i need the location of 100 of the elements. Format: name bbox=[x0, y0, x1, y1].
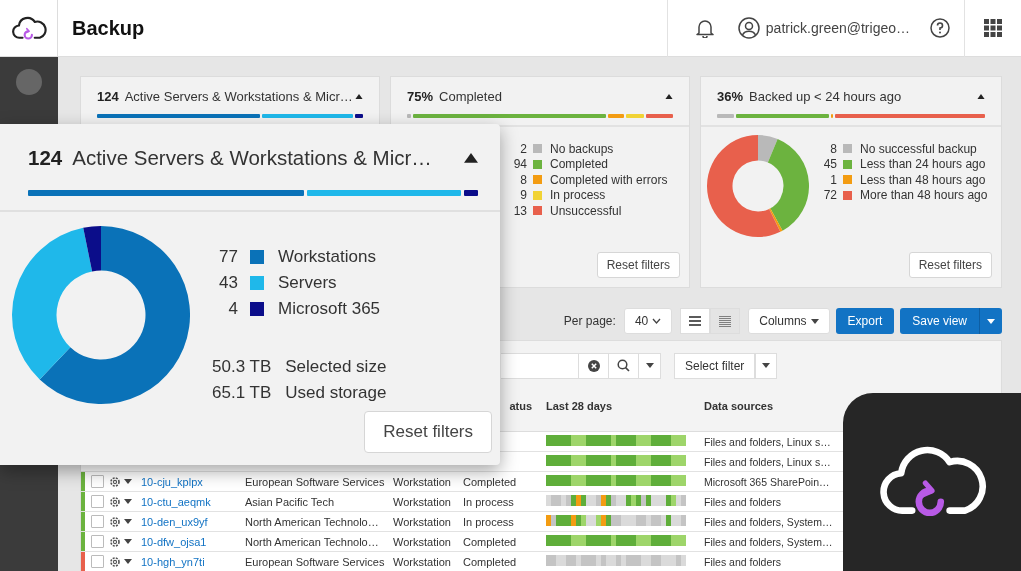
storage-label: Used storage bbox=[285, 382, 387, 404]
legend-count: 2 bbox=[519, 141, 527, 156]
device-link[interactable]: 10-cju_kplpx bbox=[141, 475, 203, 488]
search-icon[interactable] bbox=[617, 359, 630, 372]
clear-search-button[interactable] bbox=[579, 352, 609, 379]
save-view-button[interactable]: Save view bbox=[900, 308, 979, 334]
gear-icon[interactable] bbox=[109, 495, 121, 508]
card-title: Completed bbox=[439, 89, 503, 104]
summary-count: 124 bbox=[28, 146, 63, 170]
columns-button[interactable]: Columns bbox=[748, 308, 830, 334]
list-icon[interactable] bbox=[719, 315, 732, 327]
storage-amount: 65.1 TB bbox=[212, 382, 272, 404]
search-button[interactable] bbox=[609, 352, 639, 379]
column-header[interactable]: Data sources bbox=[704, 400, 774, 412]
legend-label[interactable]: Unsuccessful bbox=[550, 203, 622, 218]
table-cell-text: European Software Services bbox=[244, 555, 385, 568]
gear-icon[interactable] bbox=[109, 535, 121, 548]
legend-count: 4 bbox=[227, 299, 238, 319]
legend-label[interactable]: Workstations bbox=[278, 247, 376, 267]
caret-icon[interactable] bbox=[124, 479, 132, 484]
donut-slice[interactable] bbox=[83, 226, 101, 272]
per-page-select[interactable]: 40 bbox=[623, 308, 673, 334]
row-checkbox[interactable] bbox=[91, 535, 104, 548]
device-link[interactable]: 10-dfw_ojsa1 bbox=[141, 535, 207, 548]
table-cell-text: In process bbox=[462, 495, 514, 508]
table-cell: Files and folders, System… bbox=[704, 535, 833, 548]
row-checkbox[interactable] bbox=[91, 515, 104, 528]
legend-label[interactable]: Servers bbox=[278, 273, 337, 293]
legend-label[interactable]: No backups bbox=[550, 141, 614, 156]
list-icon[interactable] bbox=[689, 315, 702, 327]
legend-count: 1 bbox=[829, 172, 837, 187]
legend-label[interactable]: In process bbox=[550, 188, 606, 203]
status-bar-segment[interactable] bbox=[463, 190, 478, 196]
table-cell-text: Workstation bbox=[392, 555, 451, 568]
column-header[interactable]: atus bbox=[509, 400, 532, 412]
help-icon[interactable] bbox=[930, 18, 950, 38]
gear-icon[interactable] bbox=[109, 555, 121, 568]
card-title: Active Servers & Workstations & Micr… bbox=[72, 146, 433, 170]
legend-count: 77 bbox=[218, 247, 238, 267]
row-checkbox[interactable] bbox=[91, 555, 104, 568]
legend-label[interactable]: Less than 24 hours ago bbox=[860, 157, 986, 172]
compact-view-button[interactable] bbox=[710, 308, 741, 334]
caret-icon[interactable] bbox=[810, 318, 819, 324]
device-link[interactable]: 10-hgh_yn7ti bbox=[141, 555, 205, 568]
table-cell-text: Completed bbox=[462, 535, 517, 548]
caret-icon[interactable] bbox=[987, 318, 995, 324]
summary-count: 124 bbox=[97, 89, 119, 104]
collapse-icon[interactable] bbox=[355, 93, 363, 100]
legend-label[interactable]: Completed bbox=[550, 157, 609, 172]
caret-icon[interactable] bbox=[762, 363, 771, 368]
caret-icon[interactable] bbox=[645, 363, 654, 368]
filter-options-button[interactable] bbox=[755, 352, 778, 379]
table-cell: Files and folders bbox=[704, 495, 782, 508]
list-view-button[interactable] bbox=[680, 308, 711, 334]
apps-grid-icon[interactable] bbox=[984, 19, 1002, 37]
table-cell-text: Completed bbox=[462, 475, 517, 488]
page-title: Backup bbox=[72, 16, 146, 40]
collapse-icon[interactable] bbox=[464, 153, 478, 163]
donut-slice[interactable] bbox=[39, 226, 190, 404]
summary-count: 36% bbox=[717, 89, 744, 104]
legend-label[interactable]: No successful backup bbox=[860, 141, 977, 156]
reset-filters-button[interactable]: Reset filters bbox=[364, 411, 492, 453]
caret-icon[interactable] bbox=[124, 539, 132, 544]
caret-icon[interactable] bbox=[124, 519, 132, 524]
table-cell-text: Asian Pacific Tech bbox=[244, 495, 335, 508]
search-options-button[interactable] bbox=[639, 352, 661, 379]
per-page-label: Per page: bbox=[563, 314, 616, 328]
reset-filters-button[interactable]: Reset filters bbox=[596, 252, 680, 278]
row-checkbox[interactable] bbox=[91, 495, 104, 508]
user-email[interactable]: patrick.green@trigeo… bbox=[765, 20, 910, 36]
collapse-icon[interactable] bbox=[977, 93, 985, 100]
table-cell-text: European Software Services bbox=[244, 475, 385, 488]
collapse-icon[interactable] bbox=[665, 93, 673, 100]
clear-icon[interactable] bbox=[587, 359, 600, 372]
legend-label[interactable]: Less than 48 hours ago bbox=[860, 172, 986, 187]
legend-label[interactable]: Completed with errors bbox=[550, 172, 668, 187]
caret-icon[interactable] bbox=[124, 559, 132, 564]
export-button[interactable]: Export bbox=[835, 308, 895, 334]
save-options-button[interactable] bbox=[979, 308, 1002, 334]
device-link[interactable]: 10-ctu_aeqmk bbox=[141, 495, 211, 508]
notification-bell-icon[interactable] bbox=[695, 18, 714, 38]
select-filter-button[interactable]: Select filter bbox=[674, 352, 756, 379]
status-bar-segment[interactable] bbox=[354, 114, 363, 118]
user-icon[interactable] bbox=[737, 17, 760, 39]
table-cell-text: Workstation bbox=[392, 515, 451, 528]
chevron-down-icon[interactable] bbox=[652, 318, 662, 324]
legend-label[interactable]: More than 48 hours ago bbox=[860, 188, 988, 203]
column-header[interactable]: Last 28 days bbox=[546, 400, 613, 412]
search-field[interactable] bbox=[501, 352, 579, 379]
legend-count: 8 bbox=[519, 172, 527, 187]
legend-count: 94 bbox=[512, 157, 527, 172]
legend-label[interactable]: Microsoft 365 bbox=[278, 299, 381, 319]
gear-icon[interactable] bbox=[109, 515, 121, 528]
row-checkbox[interactable] bbox=[91, 475, 104, 488]
storage-label: Selected size bbox=[285, 356, 387, 378]
table-cell: Files and folders bbox=[704, 555, 782, 568]
caret-icon[interactable] bbox=[124, 499, 132, 504]
gear-icon[interactable] bbox=[109, 475, 121, 488]
reset-filters-button[interactable]: Reset filters bbox=[908, 252, 992, 278]
device-link[interactable]: 10-den_ux9yf bbox=[141, 515, 208, 528]
